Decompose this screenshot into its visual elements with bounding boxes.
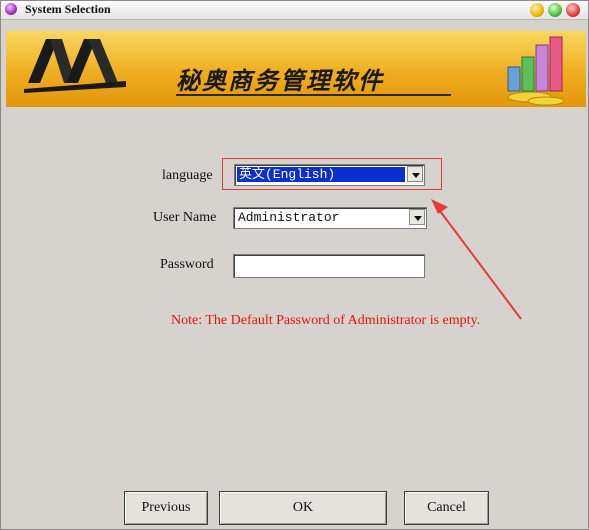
system-selection-window: System Selection 秘奥商务管理软件 language 英文(En…: [0, 0, 589, 530]
cancel-button[interactable]: Cancel: [404, 491, 489, 525]
ok-button[interactable]: OK: [219, 491, 387, 525]
annotation-arrow: [431, 199, 522, 320]
previous-button[interactable]: Previous: [124, 491, 208, 525]
